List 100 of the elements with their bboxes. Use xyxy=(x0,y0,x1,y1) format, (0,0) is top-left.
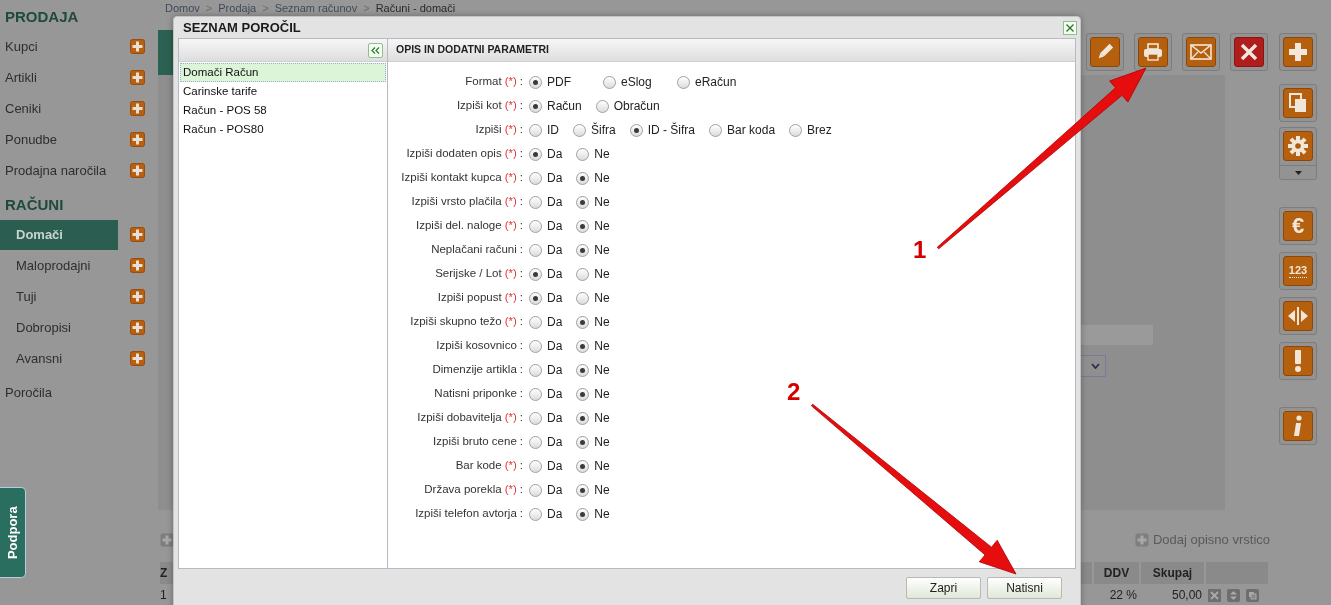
toolbar-button[interactable] xyxy=(1230,33,1268,71)
radio-button[interactable] xyxy=(529,75,542,89)
toolbar-button[interactable] xyxy=(1279,84,1317,122)
radio-button[interactable] xyxy=(576,435,590,449)
radio-button[interactable] xyxy=(576,315,590,329)
radio-button[interactable] xyxy=(529,195,542,209)
radio-button[interactable] xyxy=(595,99,609,113)
option-label: Da xyxy=(547,266,563,283)
plus-icon[interactable] xyxy=(130,351,145,366)
sidebar-item[interactable]: Dobropisi xyxy=(0,312,118,343)
toolbar-button[interactable] xyxy=(1134,33,1172,71)
add-line-link[interactable]: Dodaj opisno vrstico xyxy=(1152,530,1270,550)
radio-button[interactable] xyxy=(529,123,542,137)
radio-button[interactable] xyxy=(529,411,542,425)
table-cell-text: 50,00 xyxy=(1170,587,1203,604)
radio-button[interactable] xyxy=(576,339,590,353)
radio-button[interactable] xyxy=(576,507,590,521)
plus-icon[interactable] xyxy=(130,101,145,116)
toolbar-button[interactable] xyxy=(1182,33,1220,71)
radio-button[interactable] xyxy=(529,339,542,353)
radio-button[interactable] xyxy=(576,483,590,497)
plus-icon[interactable] xyxy=(130,70,145,85)
option-label: Račun xyxy=(547,98,582,115)
breadcrumb-item[interactable]: Domov xyxy=(165,2,200,14)
toolbar-button[interactable] xyxy=(1279,127,1317,180)
support-tab[interactable]: Podpora xyxy=(0,487,26,578)
sidebar-item[interactable]: Domači xyxy=(0,219,118,250)
label-colon: : xyxy=(519,410,523,426)
radio-button[interactable] xyxy=(529,147,542,161)
radio-button[interactable] xyxy=(576,219,590,233)
breadcrumb-item[interactable]: Prodaja xyxy=(218,2,257,14)
radio-button[interactable] xyxy=(529,171,542,185)
option-label: Bar koda xyxy=(727,122,776,139)
radio-button[interactable] xyxy=(789,123,803,137)
radio-button[interactable] xyxy=(576,411,590,425)
breadcrumb-item: Računi - domači xyxy=(375,2,456,14)
toolbar-button[interactable]: 123 xyxy=(1279,252,1317,290)
option-label: Da xyxy=(547,458,563,475)
plus-icon[interactable] xyxy=(130,258,145,273)
option-label: Da xyxy=(547,170,563,187)
toolbar-button[interactable] xyxy=(1279,297,1317,335)
radio-button[interactable] xyxy=(529,291,542,305)
radio-button[interactable] xyxy=(529,219,542,233)
radio-button[interactable] xyxy=(576,195,590,209)
collapse-button[interactable] xyxy=(368,42,383,58)
plus-icon[interactable] xyxy=(160,533,174,547)
close-button[interactable] xyxy=(1063,20,1077,35)
radio-button[interactable] xyxy=(576,171,590,185)
radio-button[interactable] xyxy=(529,363,542,377)
radio-button[interactable] xyxy=(529,483,542,497)
radio-button[interactable] xyxy=(529,267,542,281)
toolbar-button[interactable]: € xyxy=(1279,207,1317,245)
radio-button[interactable] xyxy=(603,75,616,89)
sidebar-item[interactable]: Avansni xyxy=(0,343,118,374)
toolbar-button[interactable] xyxy=(1279,407,1317,445)
plus-icon[interactable] xyxy=(130,163,145,178)
radio-button[interactable] xyxy=(629,123,643,137)
sidebar-item[interactable]: Artikli xyxy=(0,62,118,93)
radio-button[interactable] xyxy=(576,387,590,401)
sidebar-item[interactable]: Kupci xyxy=(0,31,118,62)
plus-icon[interactable] xyxy=(130,289,145,304)
report-item[interactable]: Račun - POS 58 xyxy=(180,101,386,120)
toolbar-button[interactable] xyxy=(1279,342,1317,380)
plus-icon[interactable] xyxy=(130,227,145,242)
breadcrumb-item[interactable]: Seznam računov xyxy=(274,2,358,14)
radio-button[interactable] xyxy=(677,75,690,89)
sidebar-item[interactable]: Ponudbe xyxy=(0,124,118,155)
sidebar-item[interactable]: Tuji xyxy=(0,281,118,312)
report-item[interactable]: Račun - POS80 xyxy=(180,120,386,139)
radio-button[interactable] xyxy=(576,267,590,281)
radio-button[interactable] xyxy=(576,363,590,377)
option-label: Ne xyxy=(594,194,610,211)
radio-button[interactable] xyxy=(529,435,542,449)
radio-button[interactable] xyxy=(529,387,542,401)
toolbar-button[interactable] xyxy=(1279,33,1317,71)
radio-button[interactable] xyxy=(573,123,586,137)
sidebar-item[interactable]: Prodajna naročila xyxy=(0,155,118,186)
radio-button[interactable] xyxy=(529,315,542,329)
report-item[interactable]: Carinske tarife xyxy=(180,82,386,101)
dialog-button[interactable]: Natisni xyxy=(987,577,1062,599)
option-label: Da xyxy=(547,386,563,403)
radio-button[interactable] xyxy=(529,459,542,473)
radio-button[interactable] xyxy=(576,459,590,473)
radio-button[interactable] xyxy=(529,99,542,113)
sidebar-item[interactable]: Poročila xyxy=(0,381,57,405)
report-item[interactable]: Domači Račun xyxy=(180,63,386,82)
plus-icon[interactable] xyxy=(130,320,145,335)
sidebar-item[interactable]: Ceniki xyxy=(0,93,118,124)
radio-button[interactable] xyxy=(576,243,590,257)
dialog-button[interactable]: Zapri xyxy=(906,577,981,599)
plus-icon[interactable] xyxy=(130,132,145,147)
label-colon: : xyxy=(519,242,523,258)
toolbar-button[interactable] xyxy=(1086,33,1124,71)
plus-icon[interactable] xyxy=(130,39,145,54)
radio-button[interactable] xyxy=(576,291,590,305)
radio-button[interactable] xyxy=(576,147,590,161)
sidebar-item[interactable]: Maloprodajni xyxy=(0,250,118,281)
radio-button[interactable] xyxy=(709,123,723,137)
radio-button[interactable] xyxy=(529,243,542,257)
radio-button[interactable] xyxy=(529,507,542,521)
